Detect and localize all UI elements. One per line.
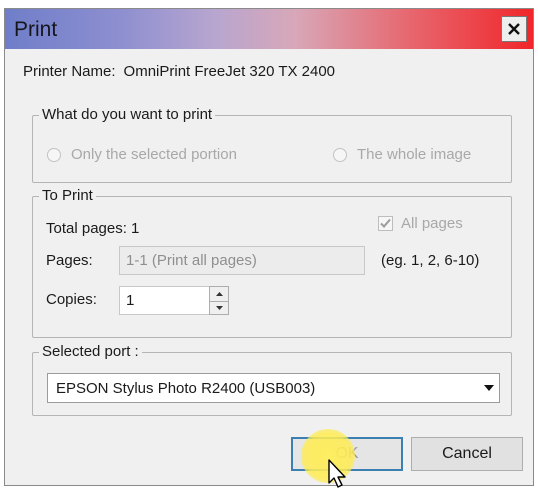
checkmark-icon (380, 218, 391, 228)
spin-down-icon (215, 305, 223, 310)
cancel-button[interactable]: Cancel (411, 437, 523, 471)
pages-label: Pages: (46, 252, 93, 269)
what-to-print-group: What do you want to print Only the selec… (32, 106, 512, 183)
all-pages-label: All pages (401, 215, 463, 232)
what-to-print-legend: What do you want to print (39, 106, 216, 123)
chevron-down-icon (484, 385, 494, 391)
radio-selected-portion-label: Only the selected portion (71, 146, 237, 163)
selected-port-group: Selected port : EPSON Stylus Photo R2400… (32, 343, 512, 416)
dialog-title: Print (14, 18, 58, 41)
print-dialog: Print Printer Name: OmniPrint FreeJet 320… (4, 8, 534, 488)
radio-circle (47, 147, 61, 162)
radio-selected-portion[interactable]: Only the selected portion (47, 146, 237, 163)
copies-stepper[interactable] (209, 286, 229, 315)
close-button[interactable] (501, 16, 527, 42)
to-print-group: To Print Total pages: 1 All pages Pages:… (32, 187, 512, 338)
port-select-value: EPSON Stylus Photo R2400 (USB003) (56, 379, 316, 397)
spin-down-button[interactable] (210, 300, 228, 315)
mouse-pointer-icon (328, 459, 346, 488)
copies-label: Copies: (46, 291, 97, 308)
cancel-button-label: Cancel (442, 445, 492, 462)
total-pages-text: Total pages: 1 (46, 220, 140, 237)
pages-hint: (eg. 1, 2, 6-10) (381, 252, 480, 269)
all-pages-checkbox[interactable]: All pages (378, 215, 463, 232)
pages-input[interactable]: 1-1 (Print all pages) (119, 246, 365, 275)
spin-up-button[interactable] (210, 287, 228, 301)
close-icon (508, 23, 520, 35)
radio-whole-image-label: The whole image (357, 146, 472, 163)
checkbox-box (378, 216, 393, 231)
printer-name-row: Printer Name: OmniPrint FreeJet 320 TX 24… (23, 63, 335, 80)
to-print-legend: To Print (39, 187, 96, 204)
printer-name-label: Printer Name: (23, 63, 116, 80)
radio-circle (333, 147, 347, 162)
printer-name-value: OmniPrint FreeJet 320 TX 2400 (123, 63, 336, 80)
radio-whole-image[interactable]: The whole image (333, 146, 471, 163)
title-bar[interactable]: Print (5, 9, 533, 49)
port-select[interactable]: EPSON Stylus Photo R2400 (USB003) (47, 373, 500, 403)
spin-up-icon (215, 291, 223, 296)
copies-input[interactable]: 1 (119, 286, 211, 315)
port-dropdown-button[interactable] (479, 374, 499, 402)
selected-port-legend: Selected port : (39, 343, 142, 360)
